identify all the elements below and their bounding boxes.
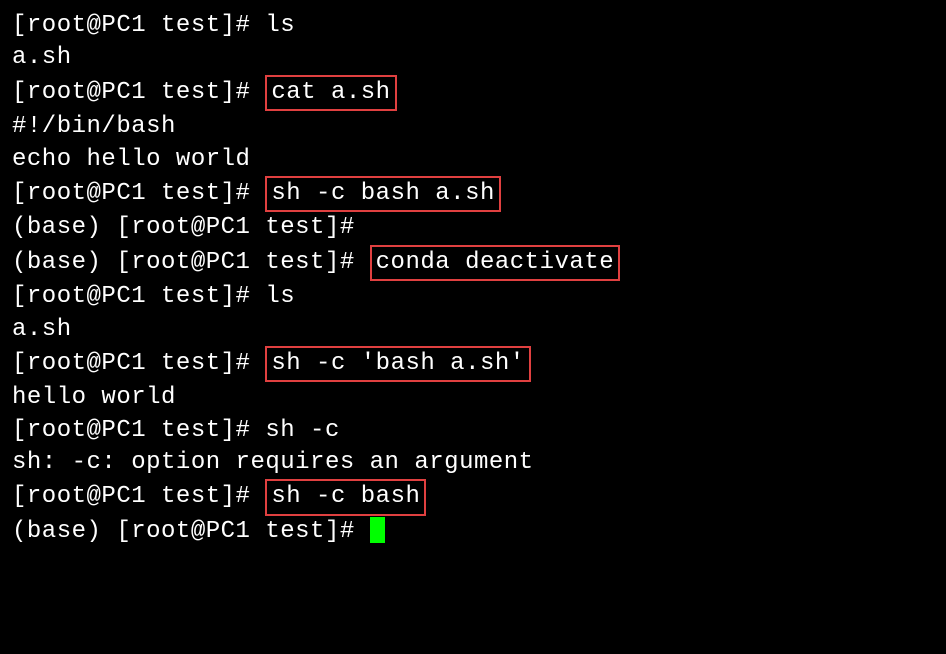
highlighted-command: sh -c 'bash a.sh' — [265, 346, 530, 382]
terminal-line: [root@PC1 test]# sh -c 'bash a.sh' — [12, 346, 934, 382]
shell-prompt: [root@PC1 test]# — [12, 283, 265, 310]
shell-prompt: [root@PC1 test]# — [12, 483, 265, 510]
shell-prompt: (base) [root@PC1 test]# — [12, 249, 370, 276]
highlighted-command: conda deactivate — [370, 245, 620, 281]
terminal-line: echo hello world — [12, 144, 934, 176]
shell-prompt: [root@PC1 test]# — [12, 350, 265, 377]
terminal-output: sh: -c: option requires an argument — [12, 449, 534, 476]
terminal-line: a.sh — [12, 42, 934, 74]
shell-prompt: [root@PC1 test]# — [12, 12, 265, 39]
command-text: ls — [265, 12, 295, 39]
shell-prompt: [root@PC1 test]# — [12, 79, 265, 106]
terminal-output: #!/bin/bash — [12, 113, 176, 140]
terminal-line: sh: -c: option requires an argument — [12, 447, 934, 479]
terminal-line: (base) [root@PC1 test]# conda deactivate — [12, 245, 934, 281]
terminal-line: [root@PC1 test]# ls — [12, 281, 934, 313]
command-text: sh -c — [265, 417, 340, 444]
terminal-line: [root@PC1 test]# sh -c — [12, 415, 934, 447]
terminal-line: [root@PC1 test]# sh -c bash a.sh — [12, 176, 934, 212]
shell-prompt: (base) [root@PC1 test]# — [12, 214, 355, 241]
shell-prompt: (base) [root@PC1 test]# — [12, 518, 370, 545]
terminal-output: a.sh — [12, 316, 72, 343]
terminal-output: echo hello world — [12, 146, 250, 173]
terminal-line: [root@PC1 test]# cat a.sh — [12, 75, 934, 111]
cursor-icon — [370, 517, 385, 543]
highlighted-command: cat a.sh — [265, 75, 396, 111]
terminal-line: #!/bin/bash — [12, 111, 934, 143]
terminal-line: (base) [root@PC1 test]# — [12, 516, 934, 548]
terminal-line: (base) [root@PC1 test]# — [12, 212, 934, 244]
terminal-line: [root@PC1 test]# ls — [12, 10, 934, 42]
shell-prompt: [root@PC1 test]# — [12, 417, 265, 444]
terminal-window[interactable]: [root@PC1 test]# lsa.sh[root@PC1 test]# … — [12, 10, 934, 548]
terminal-line: hello world — [12, 382, 934, 414]
terminal-line: a.sh — [12, 314, 934, 346]
terminal-line: [root@PC1 test]# sh -c bash — [12, 479, 934, 515]
highlighted-command: sh -c bash a.sh — [265, 176, 501, 212]
highlighted-command: sh -c bash — [265, 479, 426, 515]
command-text: ls — [265, 283, 295, 310]
terminal-output: hello world — [12, 384, 176, 411]
shell-prompt: [root@PC1 test]# — [12, 180, 265, 207]
terminal-output: a.sh — [12, 44, 72, 71]
